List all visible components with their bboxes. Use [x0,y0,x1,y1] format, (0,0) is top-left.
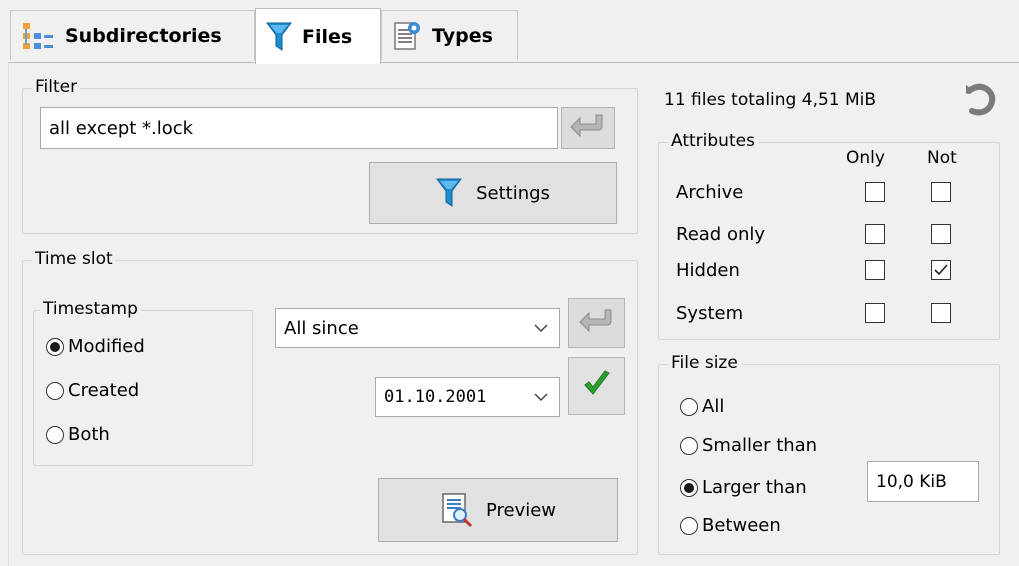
tab-label: Files [302,25,353,48]
radio-size-all[interactable]: All [680,396,724,417]
settings-label: Settings [476,182,550,204]
files-summary: 11 files totaling 4,51 MiB [664,90,877,110]
attribute-label-system: System [676,303,744,324]
radio-size-smaller[interactable]: Smaller than [680,435,817,456]
radio-label: Created [68,380,140,401]
checkbox-archive-only[interactable] [865,182,885,202]
radio-size-between[interactable]: Between [680,515,781,536]
apply-filter-button[interactable] [561,107,615,149]
radio-label: All [702,396,725,417]
radio-label: Between [702,515,781,536]
radio-both[interactable]: Both [46,424,110,445]
radio-label: Larger than [702,477,807,498]
select-value: All since [284,317,359,339]
radio-modified[interactable]: Modified [46,336,145,357]
date-picker[interactable]: 01.10.2001 [375,377,560,417]
checkmark-icon [582,369,612,404]
checkbox-readonly-only[interactable] [865,224,885,244]
apply-time-button[interactable] [568,298,625,348]
filter-input[interactable]: all except *.lock [40,107,558,149]
checkbox-system-not[interactable] [931,303,951,323]
chevron-down-icon [533,389,549,410]
chevron-down-icon [533,320,549,341]
preview-button[interactable]: Preview [378,478,618,542]
attribute-label-hidden: Hidden [676,260,740,281]
preview-label: Preview [485,499,557,521]
document-gear-icon [392,20,422,52]
time-slot-legend: Time slot [32,249,116,269]
radio-label: Both [68,424,110,445]
attribute-label-read-only: Read only [676,224,766,245]
confirm-date-button[interactable] [568,357,625,415]
date-value: 01.10.2001 [384,387,487,407]
refresh-icon[interactable] [960,82,998,123]
checkbox-system-only[interactable] [865,303,885,323]
file-size-legend: File size [668,353,741,373]
timestamp-legend: Timestamp [40,299,141,319]
attributes-legend: Attributes [668,131,758,151]
column-only-header: Only [846,148,885,168]
radio-created[interactable]: Created [46,380,139,401]
radio-selected-dot [684,482,694,493]
tab-files[interactable]: Files [255,8,381,64]
radio-label: Modified [68,336,145,357]
return-arrow-icon [578,307,616,340]
tab-label: Subdirectories [65,24,222,47]
file-size-input[interactable]: 10,0 KiB [867,461,979,502]
tree-icon [21,21,55,51]
radio-size-larger[interactable]: Larger than [680,477,807,498]
check-mark-icon [933,262,949,278]
tab-types[interactable]: Types [381,10,518,60]
radio-selected-dot [50,341,60,352]
return-arrow-icon [569,112,607,145]
checkbox-archive-not[interactable] [931,182,951,202]
preview-document-icon [440,492,474,528]
settings-button[interactable]: Settings [369,162,617,224]
attribute-label-archive: Archive [676,182,744,203]
filter-icon [266,21,292,53]
time-range-select[interactable]: All since [275,308,560,348]
tab-bar: Subdirectories Files Types [0,0,1019,64]
column-not-header: Not [927,148,957,168]
tab-label: Types [432,24,493,47]
filter-legend: Filter [32,77,81,97]
tab-subdirectories[interactable]: Subdirectories [10,10,255,60]
filter-icon [436,177,463,209]
checkbox-hidden-not[interactable] [931,260,951,280]
checkbox-hidden-only[interactable] [865,260,885,280]
checkbox-readonly-not[interactable] [931,224,951,244]
radio-label: Smaller than [702,435,818,456]
